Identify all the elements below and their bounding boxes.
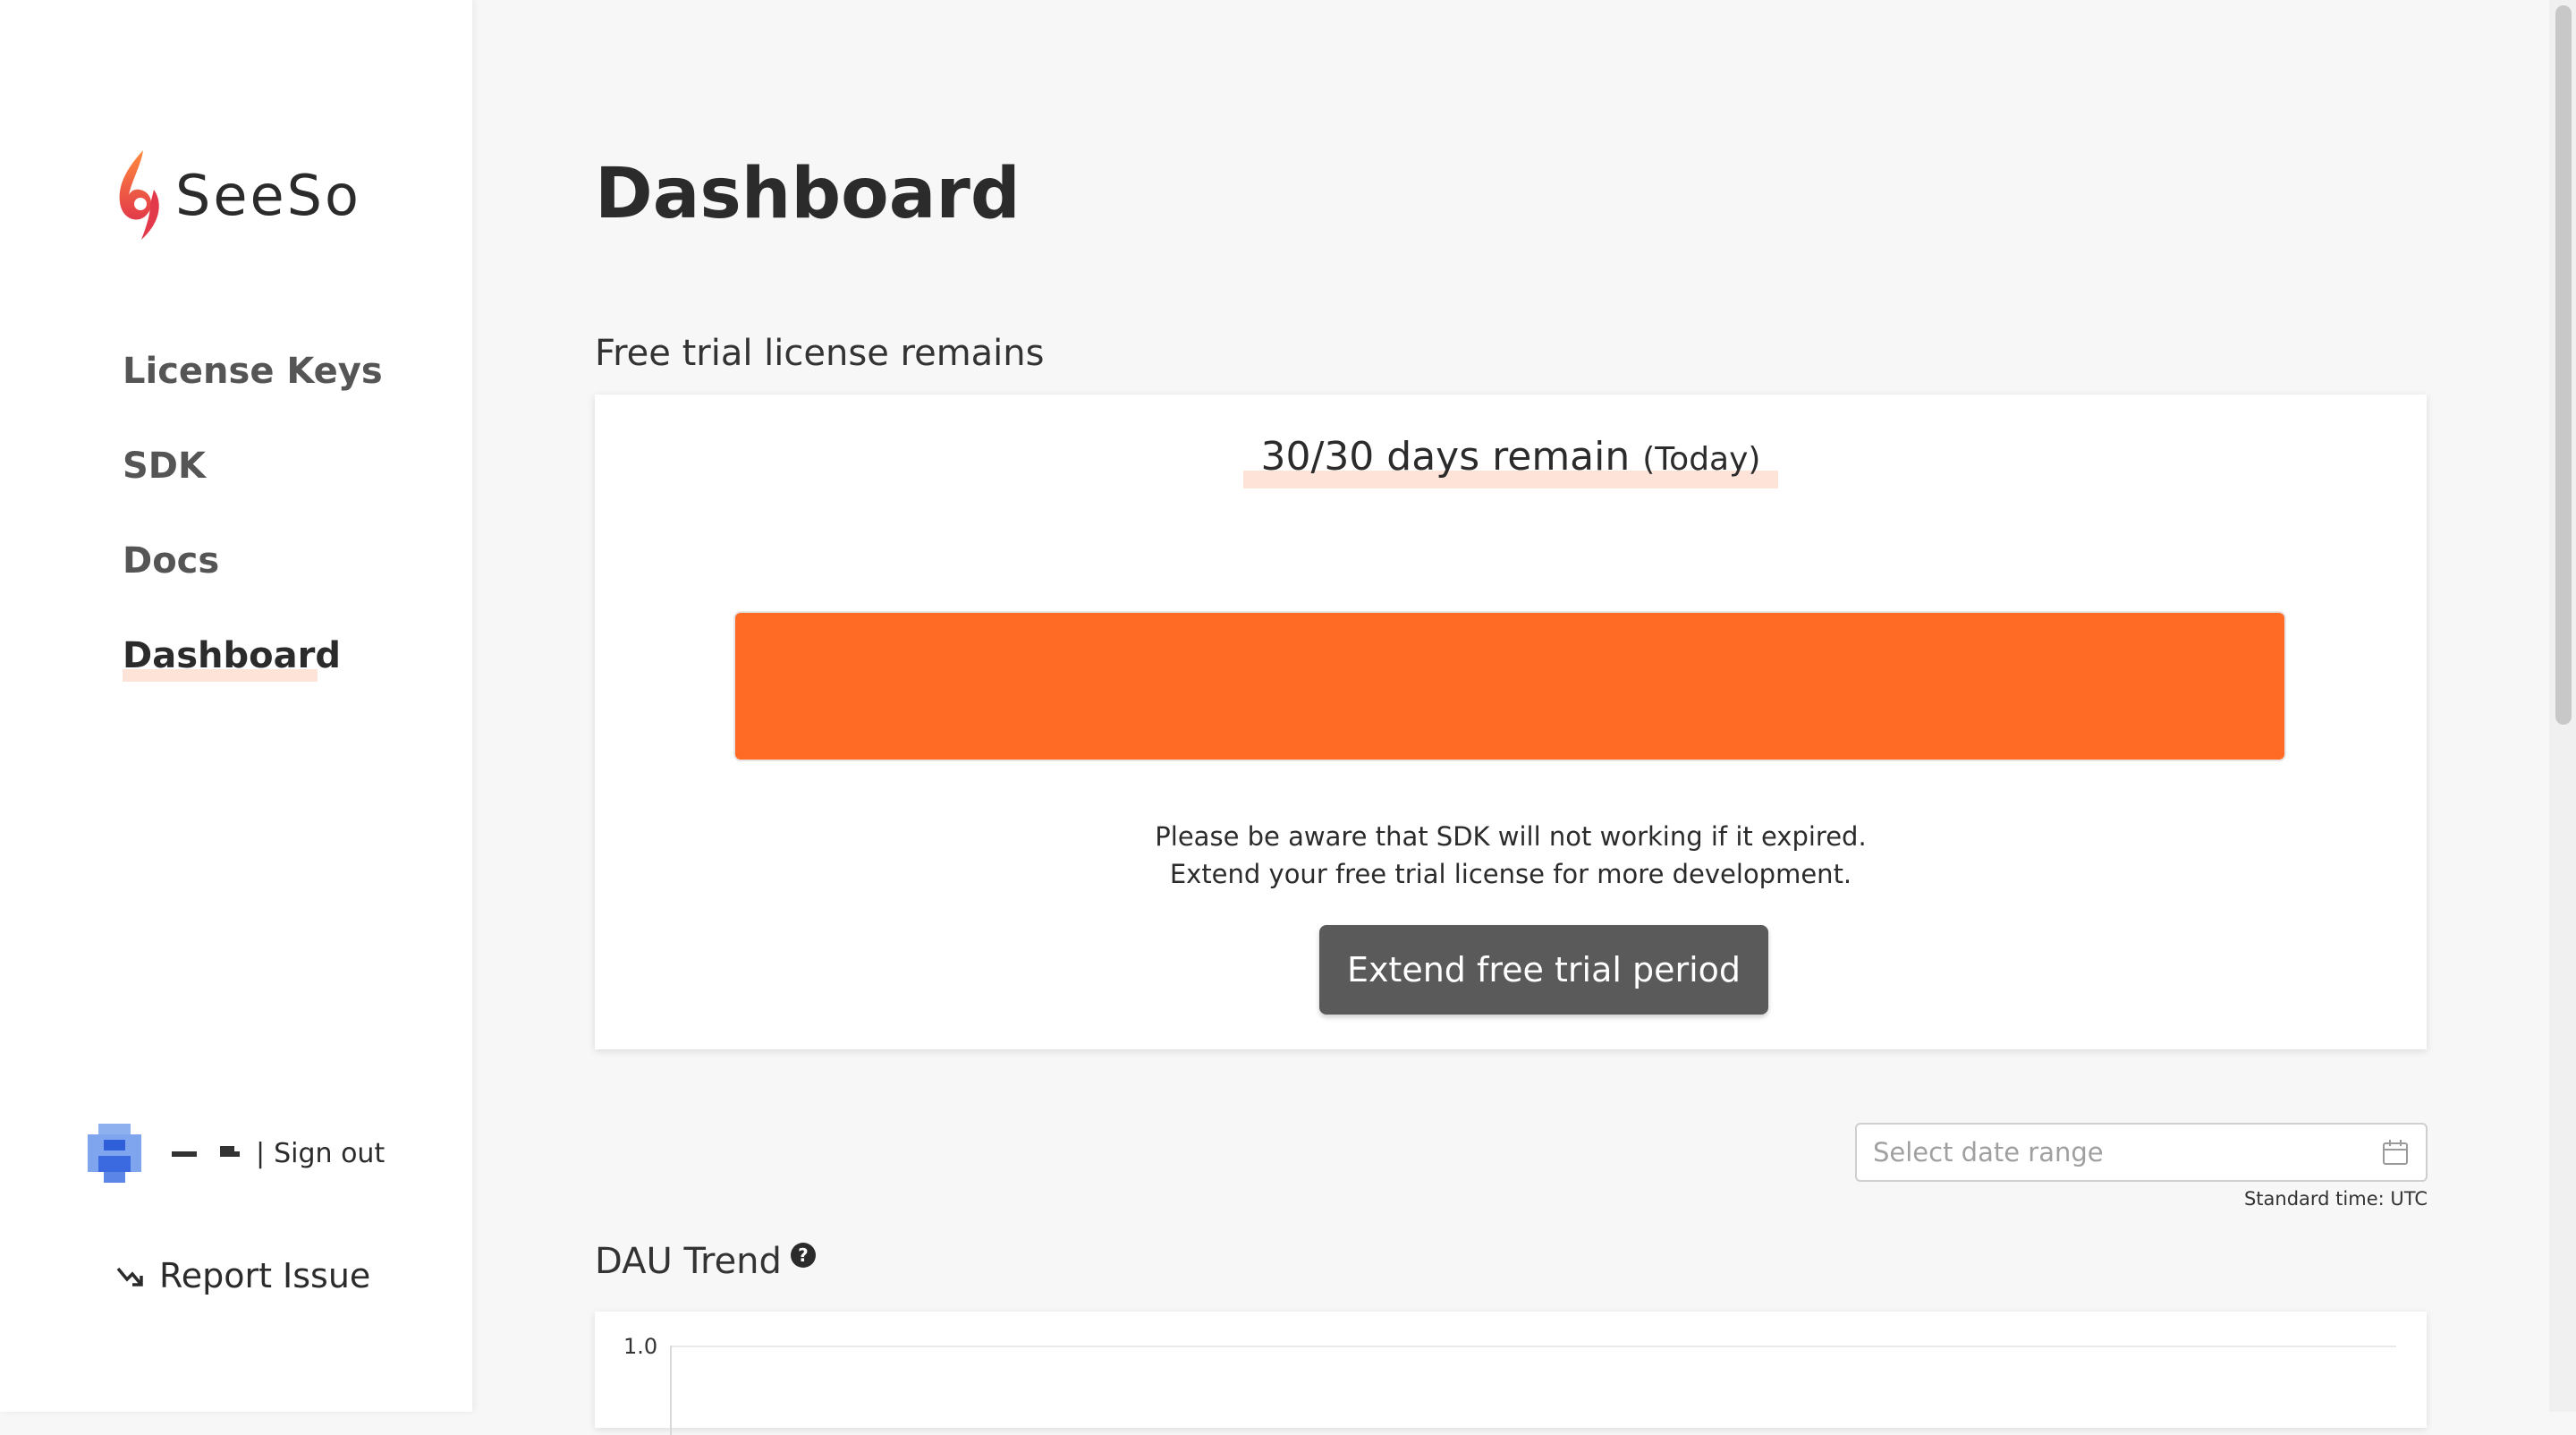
seeso-logo-icon <box>119 150 159 240</box>
dau-heading: DAU Trend ? <box>595 1241 816 1282</box>
report-issue-label: Report Issue <box>159 1256 371 1295</box>
user-avatar-icon <box>88 1124 141 1183</box>
dau-chart: 1.0 <box>595 1312 2427 1435</box>
user-separator: | <box>256 1137 266 1169</box>
sidebar-item-label: SDK <box>123 446 207 487</box>
sidebar-item-label: Dashboard <box>123 635 341 676</box>
app-logo[interactable]: SeeSo <box>116 149 361 242</box>
calendar-icon[interactable] <box>2381 1138 2410 1167</box>
main-content: Dashboard Free trial license remains 30/… <box>472 0 2549 1435</box>
y-tick-label: 1.0 <box>623 1334 658 1359</box>
sign-out-link[interactable]: Sign out <box>274 1138 385 1169</box>
trend-arrow-icon <box>116 1267 143 1286</box>
trial-notice-line-2: Extend your free trial license for more … <box>1169 859 1852 889</box>
username-masked <box>168 1144 243 1162</box>
timezone-note: Standard time: UTC <box>2243 1188 2428 1210</box>
help-icon[interactable]: ? <box>790 1243 816 1268</box>
sidebar-nav: License Keys SDK Docs Dashboard <box>123 344 383 723</box>
trial-progress-bar <box>733 611 2286 761</box>
page-title: Dashboard <box>595 154 1021 234</box>
user-area: | Sign out <box>88 1124 385 1183</box>
trial-remain-text: 30/30 days remain <box>1260 434 1631 480</box>
sidebar-item-license-keys[interactable]: License Keys <box>123 344 383 438</box>
sidebar-item-dashboard[interactable]: Dashboard <box>123 628 383 723</box>
app-name: SeeSo <box>175 162 361 228</box>
report-issue-link[interactable]: Report Issue <box>114 1256 370 1295</box>
avatar[interactable] <box>88 1124 141 1183</box>
date-range-picker[interactable] <box>1855 1123 2428 1182</box>
trial-notice-line-1: Please be aware that SDK will not workin… <box>1155 821 1867 852</box>
trial-remain-heading: 30/30 days remain (Today) <box>595 434 2427 488</box>
trial-remain-sub: (Today) <box>1642 441 1761 478</box>
sidebar-item-docs[interactable]: Docs <box>123 533 383 628</box>
chart-y-axis <box>670 1346 672 1435</box>
sidebar-item-label: Docs <box>123 540 220 582</box>
trial-section-label: Free trial license remains <box>595 333 1045 374</box>
dau-label: DAU Trend <box>595 1241 782 1282</box>
sidebar-item-label: License Keys <box>123 351 383 392</box>
extend-trial-button[interactable]: Extend free trial period <box>1319 925 1768 1015</box>
trial-progress-fill <box>735 613 2284 760</box>
sidebar-item-sdk[interactable]: SDK <box>123 438 383 533</box>
page-scrollbar[interactable] <box>2549 0 2576 1412</box>
sidebar: SeeSo License Keys SDK Docs Dashboard | … <box>0 0 472 1412</box>
chart-gridline <box>670 1346 2396 1347</box>
trial-card: 30/30 days remain (Today) Please be awar… <box>595 395 2427 1049</box>
date-range-input[interactable] <box>1873 1137 2381 1168</box>
trial-notice: Please be aware that SDK will not workin… <box>595 818 2427 893</box>
scrollbar-thumb[interactable] <box>2555 5 2572 725</box>
